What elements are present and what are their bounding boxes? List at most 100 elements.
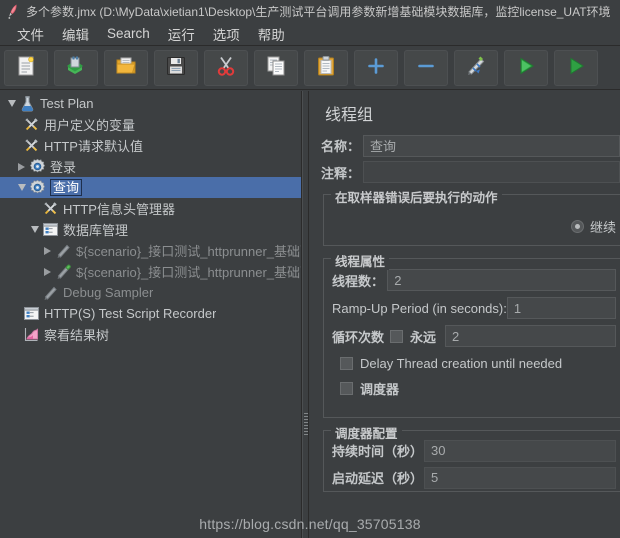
tree-node-label: 察看结果树 <box>44 328 110 343</box>
forever-label: 永远 <box>410 329 437 345</box>
sampler-pencil-grey-icon <box>55 242 72 259</box>
radio-selected-icon[interactable] <box>570 219 584 233</box>
toolbar-toggle[interactable] <box>454 49 498 86</box>
menu-file[interactable]: 文件 <box>8 22 53 46</box>
twisty-closed-icon[interactable] <box>40 261 55 282</box>
forever-checkbox[interactable] <box>390 329 404 343</box>
comment-field-row: 注释： <box>321 160 620 184</box>
comment-input[interactable] <box>363 161 620 183</box>
menu-options[interactable]: 选项 <box>204 22 249 46</box>
title-bar: 多个参数.jmx (D:\MyData\xietian1\Desktop\生产测… <box>0 0 620 22</box>
splitter-grip-icon[interactable] <box>304 413 308 435</box>
tree-node-http-header-manager[interactable]: HTTP信息头管理器 <box>0 198 301 219</box>
scheduler-label: 调度器 <box>360 382 400 397</box>
name-input[interactable]: 查询 <box>363 134 620 157</box>
tree-node-http-request-defaults[interactable]: HTTP请求默认值 <box>0 135 301 156</box>
tree-node-label: 登录 <box>50 160 77 175</box>
tree-node-sampler-1[interactable]: ${scenario}_接口测试_httprunner_基础配置. <box>0 240 301 261</box>
toolbar-start[interactable] <box>504 49 548 86</box>
menu-run[interactable]: 运行 <box>159 22 204 46</box>
minus-icon <box>415 55 437 80</box>
thread-group-panel: 线程组 名称： 查询 注释： 在取样器错误后要执行的动作 继续 线程属性 线程数… <box>309 91 620 538</box>
tree-node-thread-group-login[interactable]: 登录 <box>0 156 301 177</box>
comment-label: 注释： <box>321 165 361 181</box>
startup-delay-row: 启动延迟（秒） 5 <box>332 465 616 490</box>
pane-splitter[interactable] <box>302 91 309 538</box>
toolbar-collapse-all[interactable] <box>404 49 448 86</box>
rampup-row: Ramp-Up Period (in seconds): 1 <box>332 295 616 321</box>
sampler-pencil-grey-icon <box>42 284 59 301</box>
scheduler-row[interactable]: 调度器 <box>332 376 616 401</box>
config-tools-icon <box>23 137 40 154</box>
scheduler-checkbox[interactable] <box>340 382 353 395</box>
toolbar-templates[interactable] <box>54 49 98 86</box>
threads-input[interactable]: 2 <box>387 269 616 291</box>
delay-thread-row[interactable]: Delay Thread creation until needed <box>332 351 616 376</box>
tree-node-thread-group-query[interactable]: 查询 <box>0 177 301 198</box>
toolbar-new[interactable] <box>4 49 48 86</box>
twisty-closed-icon[interactable] <box>40 240 55 261</box>
on-sampler-error-group: 在取样器错误后要执行的动作 继续 <box>323 187 620 246</box>
save-floppy-icon <box>165 55 187 80</box>
tree-node-test-plan[interactable]: Test Plan <box>0 93 301 114</box>
jmeter-window: 多个参数.jmx (D:\MyData\xietian1\Desktop\生产测… <box>0 0 620 538</box>
delay-thread-checkbox[interactable] <box>340 357 353 370</box>
tree-node-database-management[interactable]: 数据库管理 <box>0 219 301 240</box>
tree-node-view-results-tree[interactable]: 察看结果树 <box>0 324 301 345</box>
tree-node-label: Test Plan <box>40 96 94 111</box>
toolbar-cut[interactable] <box>204 49 248 86</box>
main-split: Test Plan 用户定义的变量 HTTP请求默认值 登录 查询 HTTP信息… <box>0 91 620 538</box>
templates-icon <box>65 55 87 80</box>
thread-properties-group: 线程属性 线程数： 2 Ramp-Up Period (in seconds):… <box>323 251 620 418</box>
tree-node-label: ${scenario}_接口测试_httprunner_基础配置. <box>76 244 301 259</box>
copy-pages-icon <box>265 55 287 80</box>
new-document-icon <box>15 55 37 80</box>
recorder-window-icon <box>23 305 40 322</box>
menu-search[interactable]: Search <box>98 24 159 43</box>
loops-input[interactable]: 2 <box>445 325 617 347</box>
toolbar-open[interactable] <box>104 49 148 86</box>
tree-node-label: HTTP请求默认值 <box>44 139 143 154</box>
duration-label: 持续时间（秒） <box>332 444 424 459</box>
module-window-icon <box>42 221 59 238</box>
menu-bar: 文件 编辑 Search 运行 选项 帮助 <box>0 22 620 46</box>
toolbar-paste[interactable] <box>304 49 348 86</box>
tree-node-http-test-script-recorder[interactable]: HTTP(S) Test Script Recorder <box>0 303 301 324</box>
tree-node-sampler-2[interactable]: ${scenario}_接口测试_httprunner_基础配置 <box>0 261 301 282</box>
scheduler-config-group: 调度器配置 持续时间（秒） 30 启动延迟（秒） 5 <box>323 423 620 492</box>
twisty-open-icon[interactable] <box>4 93 19 114</box>
on-sampler-error-legend: 在取样器错误后要执行的动作 <box>331 187 502 206</box>
toolbar-start-no-pauses[interactable] <box>554 49 598 86</box>
menu-edit[interactable]: 编辑 <box>53 22 98 46</box>
twisty-open-icon[interactable] <box>27 219 42 240</box>
tree-node-label: 查询 <box>50 179 83 196</box>
page-title: 线程组 <box>325 107 374 124</box>
test-plan-tree[interactable]: Test Plan 用户定义的变量 HTTP请求默认值 登录 查询 HTTP信息… <box>0 91 302 538</box>
threads-label: 线程数： <box>332 273 385 289</box>
rampup-input[interactable]: 1 <box>506 297 616 319</box>
startup-delay-input[interactable]: 5 <box>424 466 616 489</box>
window-title: 多个参数.jmx (D:\MyData\xietian1\Desktop\生产测… <box>26 4 611 19</box>
name-label: 名称： <box>321 139 361 154</box>
sampler-pencil-green-icon <box>55 263 72 280</box>
toolbar-save[interactable] <box>154 49 198 86</box>
toolbar-expand-all[interactable] <box>354 49 398 86</box>
continue-radio-row[interactable]: 继续 <box>332 213 616 239</box>
tree-node-label: Debug Sampler <box>63 285 154 300</box>
tree-node-debug-sampler[interactable]: Debug Sampler <box>0 282 301 303</box>
watermark-text: https://blog.csdn.net/qq_35705138 <box>199 516 421 532</box>
toggle-pencil-icon <box>465 55 487 80</box>
loops-row: 循环次数 永远 2 <box>332 323 617 349</box>
startup-delay-label: 启动延迟（秒） <box>332 471 424 486</box>
paste-clipboard-icon <box>315 55 337 80</box>
tree-node-user-defined-variables[interactable]: 用户定义的变量 <box>0 114 301 135</box>
menu-help[interactable]: 帮助 <box>249 22 294 46</box>
twisty-open-icon[interactable] <box>14 177 29 198</box>
twisty-closed-icon[interactable] <box>14 156 29 177</box>
config-tools-icon <box>42 200 59 217</box>
rampup-label: Ramp-Up Period (in seconds): <box>332 300 507 316</box>
duration-input[interactable]: 30 <box>424 439 616 462</box>
jmeter-feather-icon <box>5 3 21 19</box>
scheduler-config-legend: 调度器配置 <box>331 423 402 442</box>
toolbar-copy[interactable] <box>254 49 298 86</box>
